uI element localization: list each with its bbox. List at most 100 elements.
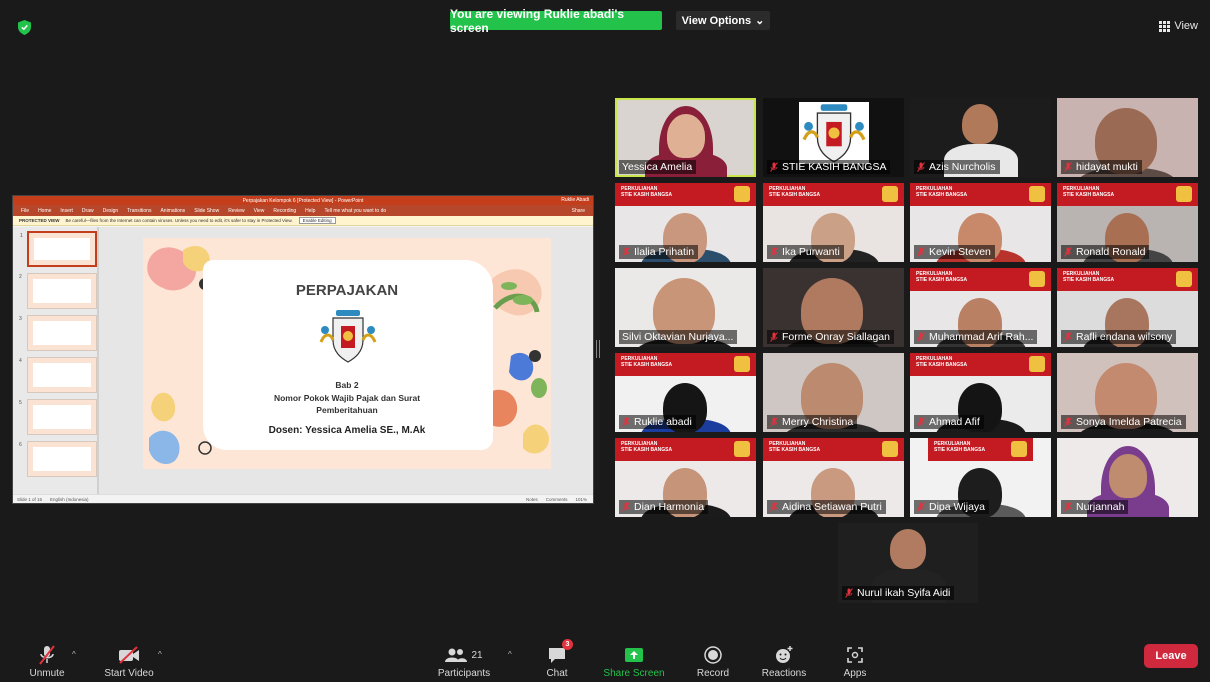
- banner-line-2: STIE KASIH BANGSA: [934, 447, 986, 453]
- muted-microphone-icon: [845, 588, 853, 598]
- participant-tile[interactable]: Nurjannah: [1057, 438, 1198, 517]
- slide-thumbnail: 3: [19, 315, 97, 351]
- participant-tile[interactable]: PERKULIAHAN STIE KASIH BANGSA Dian Harmoni…: [615, 438, 756, 517]
- class-banner-text: PERKULIAHAN STIE KASIH BANGSA: [916, 271, 967, 283]
- ribbon-tab: Review: [228, 207, 245, 214]
- participant-tile[interactable]: Merry Christina: [763, 353, 904, 432]
- chat-button[interactable]: 3 Chat: [540, 639, 574, 682]
- participant-name: Ruklie abadi: [634, 416, 692, 428]
- ribbon-tab: Home: [38, 207, 52, 214]
- participant-tile[interactable]: PERKULIAHAN STIE KASIH BANGSA Ronald Ronal…: [1057, 183, 1198, 262]
- powerpoint-body: 1 2 3 4 5 6 PERPAJAKAN Bab 2 Nomor Pokok…: [13, 227, 593, 494]
- class-banner: PERKULIAHAN STIE KASIH BANGSA: [910, 268, 1051, 291]
- participant-name-tag: Ruklie abadi: [619, 415, 696, 429]
- muted-microphone-icon: [622, 247, 630, 257]
- muted-microphone-icon: [622, 502, 630, 512]
- participant-name-tag: Aidina Setiawan Putri: [767, 500, 886, 514]
- powerpoint-ribbon-tabs: File Home Insert Draw Design Transitions…: [13, 205, 593, 216]
- split-resize-handle[interactable]: [596, 340, 600, 358]
- slide-lecturer: Dosen: Yessica Amelia SE., M.Ak: [268, 425, 426, 436]
- reactions-button[interactable]: Reactions: [758, 642, 810, 682]
- slide-number: 3: [19, 316, 22, 322]
- class-banner: PERKULIAHAN STIE KASIH BANGSA: [1057, 183, 1198, 206]
- participant-tile[interactable]: Nurul ikah Syifa Aidi: [838, 523, 978, 603]
- unmute-label: Unmute: [29, 668, 65, 679]
- participant-tile[interactable]: Silvi Oktavian Nurjaya...: [615, 268, 756, 347]
- unmute-button[interactable]: Unmute: [22, 642, 72, 682]
- muted-microphone-icon: [1064, 332, 1072, 342]
- banner-logo: [1029, 271, 1045, 287]
- banner-line-2: STIE KASIH BANGSA: [916, 277, 968, 283]
- start-video-button[interactable]: Start Video: [100, 642, 158, 682]
- participants-options-caret[interactable]: ^: [508, 650, 512, 659]
- leave-button[interactable]: Leave: [1144, 644, 1198, 668]
- participant-name: Nurjannah: [1076, 501, 1125, 513]
- participant-tile[interactable]: hidayat mukti: [1057, 98, 1198, 177]
- participant-name-tag: Nurjannah: [1061, 500, 1129, 514]
- ribbon-tab: Slide Show: [194, 207, 220, 214]
- participant-tile[interactable]: PERKULIAHAN STIE KASIH BANGSA Ilalia Priha…: [615, 183, 756, 262]
- view-options-button[interactable]: View Options ⌄: [676, 11, 770, 30]
- participant-tile[interactable]: STIE KASIH BANGSA: [763, 98, 904, 177]
- participant-tile[interactable]: PERKULIAHAN STIE KASIH BANGSA Ruklie abadi: [615, 353, 756, 432]
- participant-tile[interactable]: PERKULIAHAN STIE KASIH BANGSA Muhammad Ari…: [910, 268, 1051, 347]
- powerpoint-title-bar: Perpajakan Kelompok 6 [Protected View] -…: [13, 196, 593, 205]
- view-label: View: [1174, 20, 1198, 32]
- class-banner-text: PERKULIAHAN STIE KASIH BANGSA: [916, 356, 967, 368]
- slide-thumbnail: 1: [20, 231, 97, 267]
- participant-tile[interactable]: PERKULIAHAN STIE KASIH BANGSA Ahmad Afif: [910, 353, 1051, 432]
- participant-tile[interactable]: Yessica Amelia: [615, 98, 756, 177]
- apps-label: Apps: [843, 668, 867, 679]
- share-screen-button[interactable]: Share Screen: [600, 642, 668, 682]
- participant-tile[interactable]: PERKULIAHAN STIE KASIH BANGSA Dipa Wijaya: [910, 438, 1051, 517]
- slide-thumbnail: 2: [19, 273, 97, 309]
- record-button[interactable]: Record: [694, 642, 732, 682]
- slide-thumbnail: 5: [19, 399, 97, 435]
- muted-microphone-icon: [1064, 417, 1072, 427]
- participant-name: hidayat mukti: [1076, 161, 1138, 173]
- screen-share-banner: You are viewing Ruklie abadi's screen: [450, 7, 662, 35]
- class-banner: PERKULIAHAN STIE KASIH BANGSA: [615, 183, 756, 206]
- participant-tile[interactable]: Azis Nurcholis: [910, 98, 1051, 177]
- class-banner-text: PERKULIAHAN STIE KASIH BANGSA: [621, 441, 672, 453]
- apps-button[interactable]: Apps: [838, 642, 872, 682]
- zoom-level: 101%: [575, 496, 587, 502]
- class-banner-text: PERKULIAHAN STIE KASIH BANGSA: [769, 186, 820, 198]
- protected-view-bar: PROTECTED VIEW Be careful—files from the…: [13, 216, 593, 226]
- shared-screen[interactable]: Perpajakan Kelompok 6 [Protected View] -…: [12, 195, 594, 504]
- participant-name-tag: STIE KASIH BANGSA: [767, 160, 891, 174]
- banner-line-2: STIE KASIH BANGSA: [621, 362, 673, 368]
- slide-thumbnail: 4: [19, 357, 97, 393]
- participant-name-tag: Ahmad Afif: [914, 415, 984, 429]
- participant-tile[interactable]: Sonya Imelda Patrecia: [1057, 353, 1198, 432]
- reactions-label: Reactions: [761, 668, 807, 679]
- participant-name-tag: Merry Christina: [767, 415, 858, 429]
- class-banner: PERKULIAHAN STIE KASIH BANGSA: [615, 353, 756, 376]
- audio-options-caret[interactable]: ^: [72, 650, 76, 659]
- view-button[interactable]: View: [1159, 20, 1198, 32]
- notes-label: Notes: [525, 496, 538, 502]
- participant-name: Ahmad Afif: [929, 416, 980, 428]
- video-options-caret[interactable]: ^: [158, 650, 162, 659]
- stie-crest-logo: [319, 310, 377, 363]
- participant-name: Kevin Steven: [929, 246, 991, 258]
- participant-tile[interactable]: PERKULIAHAN STIE KASIH BANGSA Rafli endana…: [1057, 268, 1198, 347]
- participant-name: Forme Onray Siallagan: [782, 331, 890, 343]
- class-banner: PERKULIAHAN STIE KASIH BANGSA: [1057, 268, 1198, 291]
- participant-name-tag: Ika Purwanti: [767, 245, 844, 259]
- share-screen-label: Share Screen: [603, 668, 665, 679]
- participant-tile[interactable]: PERKULIAHAN STIE KASIH BANGSA Ika Purwanti: [763, 183, 904, 262]
- chevron-down-icon: ⌄: [755, 15, 765, 27]
- participant-tile[interactable]: Forme Onray Siallagan: [763, 268, 904, 347]
- participant-name: Silvi Oktavian Nurjaya...: [622, 331, 734, 343]
- microphone-muted-icon: [39, 645, 55, 665]
- muted-microphone-icon: [622, 417, 630, 427]
- muted-microphone-icon: [770, 162, 778, 172]
- encryption-shield-icon[interactable]: [18, 20, 31, 35]
- banner-line-2: STIE KASIH BANGSA: [916, 362, 968, 368]
- participant-name-tag: Forme Onray Siallagan: [767, 330, 894, 344]
- participant-name-tag: Yessica Amelia: [619, 160, 697, 174]
- participants-button[interactable]: 21 Participants: [434, 642, 494, 682]
- participant-tile[interactable]: PERKULIAHAN STIE KASIH BANGSA Kevin Steven: [910, 183, 1051, 262]
- participant-tile[interactable]: PERKULIAHAN STIE KASIH BANGSA Aidina Setia…: [763, 438, 904, 517]
